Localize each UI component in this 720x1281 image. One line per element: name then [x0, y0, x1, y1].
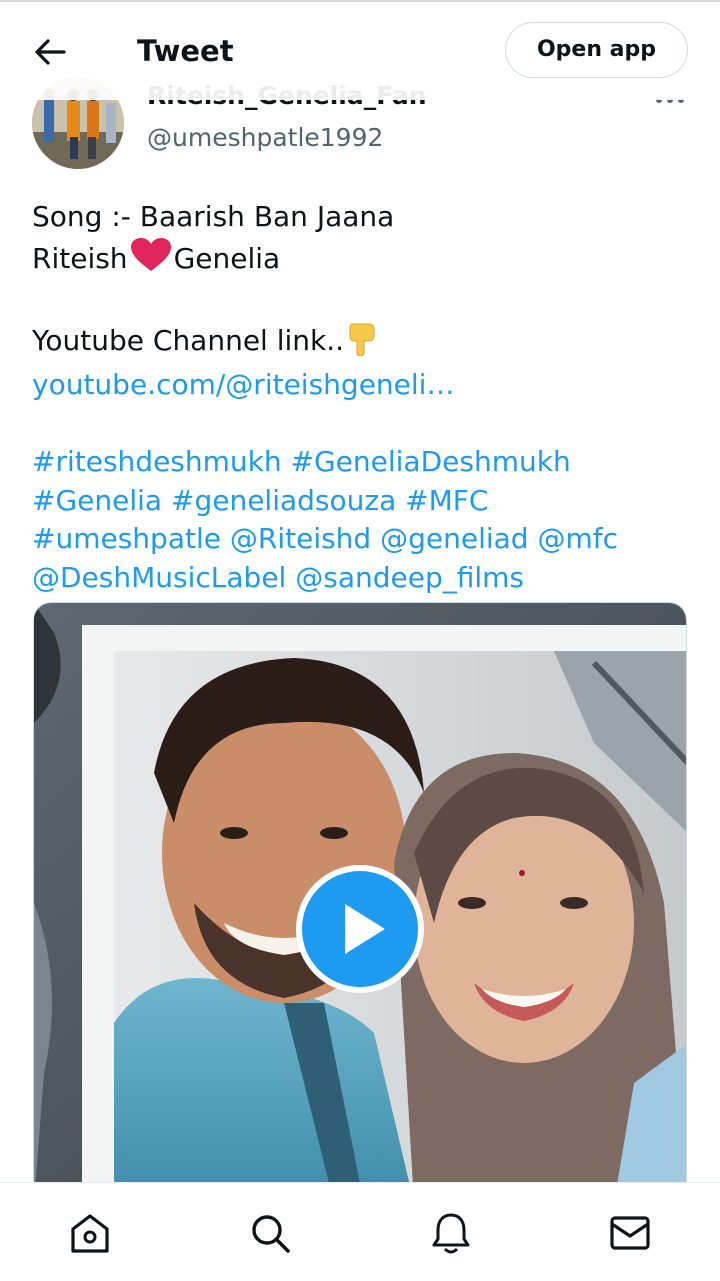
hashtag-line-2: #Genelia #geneliadsouza #MFC [32, 482, 692, 521]
blank-line-2 [32, 405, 692, 444]
hashtag-line-1: #riteshdeshmukh #GeneliaDeshmukh [32, 443, 692, 482]
play-icon[interactable] [293, 862, 427, 996]
hashtag-link[interactable]: #umeshpatle [32, 522, 221, 555]
pointing-down-emoji-icon [347, 322, 377, 367]
red-heart-icon [129, 237, 173, 284]
hashtag-link[interactable]: #geneliadsouza [171, 484, 396, 517]
channel-text: Youtube Channel link.. [32, 323, 345, 357]
top-bar: Tweet Open app [0, 0, 720, 100]
page-title: Tweet [137, 34, 234, 68]
mention-link[interactable]: @sandeep_films [295, 561, 524, 594]
back-arrow-icon[interactable] [30, 32, 70, 72]
hashtag-link[interactable]: #riteshdeshmukh [32, 445, 282, 478]
mention-link[interactable]: @geneliad [380, 522, 528, 555]
tweet-text: Song :- Baarish Ban Jaana Riteish Genelia… [32, 198, 692, 597]
youtube-link[interactable]: youtube.com/@riteishgeneli… [32, 366, 692, 405]
mention-line: @DeshMusicLabel @sandeep_films [32, 559, 692, 598]
hashtag-link[interactable]: #GeneliaDeshmukh [291, 445, 571, 478]
name-left: Riteish [32, 241, 128, 275]
mention-link[interactable]: @Riteishd [230, 522, 371, 555]
channel-line: Youtube Channel link.. [32, 322, 692, 367]
hashtag-link[interactable]: #Genelia [32, 484, 162, 517]
open-app-button[interactable]: Open app [505, 22, 688, 78]
hashtag-line-3: #umeshpatle @Riteishd @geneliad @mfc [32, 520, 692, 559]
author-handle[interactable]: @umeshpatle1992 [147, 122, 383, 154]
hashtag-link[interactable]: #MFC [405, 484, 488, 517]
bottom-navigation [0, 1182, 720, 1281]
couple-names-line: Riteish Genelia [32, 237, 692, 284]
messages-mail-icon[interactable] [608, 1211, 652, 1255]
name-right: Genelia [173, 241, 281, 275]
song-line: Song :- Baarish Ban Jaana [32, 200, 395, 233]
mention-link[interactable]: @DeshMusicLabel [32, 561, 286, 594]
notifications-bell-icon[interactable] [429, 1211, 473, 1255]
search-icon[interactable] [248, 1211, 292, 1255]
home-icon[interactable] [68, 1211, 112, 1255]
mention-link[interactable]: @mfc [537, 522, 618, 555]
